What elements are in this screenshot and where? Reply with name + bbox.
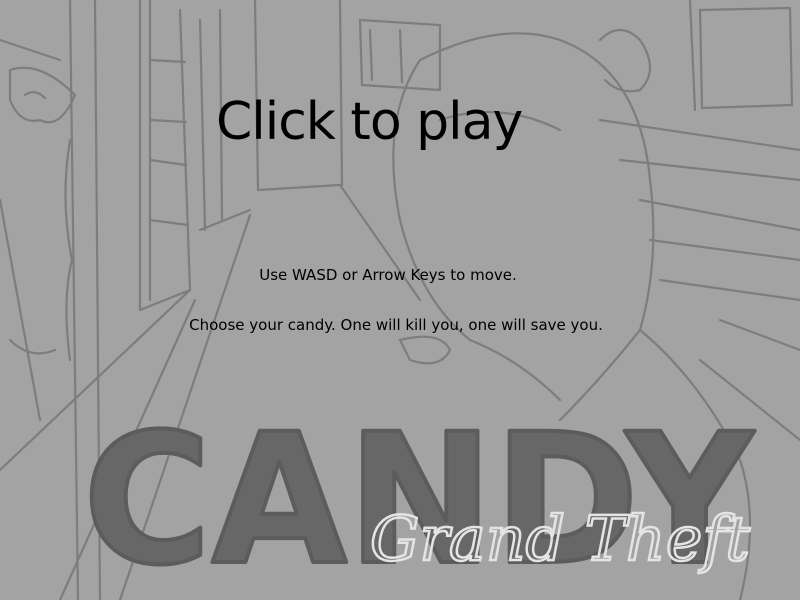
instruction-candy: Choose your candy. One will kill you, on…	[189, 316, 603, 334]
game-canvas[interactable]: CANDY Grand Theft Click to play Use WASD…	[0, 0, 800, 600]
logo-subtitle-text: Grand Theft	[370, 502, 750, 575]
instruction-move: Use WASD or Arrow Keys to move.	[259, 266, 517, 284]
click-to-play-prompt[interactable]: Click to play	[216, 92, 523, 152]
game-logo: CANDY Grand Theft	[81, 394, 758, 600]
